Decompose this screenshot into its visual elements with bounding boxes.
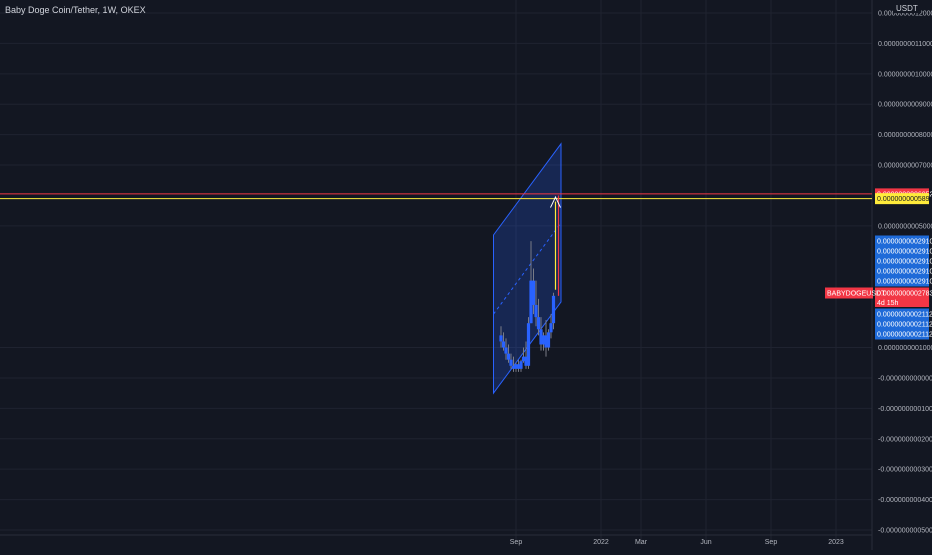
y-tick-label: 0.0000000007000 (878, 163, 932, 170)
candle-body[interactable] (526, 323, 531, 366)
countdown-label: 4d 15h (877, 300, 899, 307)
blue-price-tag: 0.0000000002910 (877, 279, 932, 286)
candle-body[interactable] (509, 359, 513, 366)
chart-area[interactable]: 0.0000000012000 0.0000000011000 0.00000000… (0, 0, 932, 550)
y-tick-label: 0.0000000011000 (878, 41, 932, 48)
candle-body[interactable] (536, 317, 541, 330)
y-tick-label: 0.0000000008000 (878, 132, 932, 139)
x-tick-label: Jun (700, 539, 711, 546)
chart-title: Baby Doge Coin/Tether, 1W, OKEX (5, 5, 146, 15)
candle-body[interactable] (531, 280, 536, 305)
y-tick-label: -0.0000000005000 (878, 528, 932, 535)
y-tick-label: 0.0000000010000 (878, 71, 932, 78)
symbol-tag: BABYDOGEUSDT (827, 291, 886, 298)
blue-price-tag: 0.0000000002112 (877, 322, 932, 329)
y-tick-label: -0.0000000002000 (878, 436, 932, 443)
y-tick-label: -0.0000000001000 (878, 406, 932, 413)
x-tick-label: 2022 (593, 539, 609, 546)
blue-price-tag: 0.0000000002910 (877, 249, 932, 256)
level-yellow-tag: 0.0000000005896 (877, 196, 932, 203)
candle-body[interactable] (499, 335, 503, 342)
x-tick-label: Sep (765, 539, 778, 546)
blue-price-tag: 0.0000000002910 (877, 269, 932, 276)
blue-price-tag: 0.0000000002910 (877, 239, 932, 246)
y-tick-label: -0.0000000003000 (878, 467, 932, 474)
x-tick-label: Sep (510, 539, 523, 546)
candle-body[interactable] (504, 347, 508, 354)
blue-price-tag: 0.0000000002112 (877, 312, 932, 319)
x-tick-label: Mar (635, 539, 648, 546)
candle-body[interactable] (546, 332, 551, 348)
blue-price-tag: 0.0000000002112 (877, 332, 932, 339)
candle-body[interactable] (549, 323, 553, 333)
price-unit-label[interactable]: USDT (893, 4, 921, 13)
blue-price-tag: 0.0000000002910 (877, 259, 932, 266)
x-tick-label: 2023 (828, 539, 844, 546)
candle-body[interactable] (501, 341, 506, 348)
candle-body[interactable] (534, 304, 538, 318)
y-tick-label: -0.0000000004000 (878, 497, 932, 504)
candle-body[interactable] (519, 361, 523, 369)
candle-body[interactable] (551, 295, 556, 324)
price-chart[interactable]: 0.00000000120000.00000000110000.00000000… (0, 0, 932, 550)
candle-body[interactable] (506, 353, 511, 360)
y-tick-label: 0.0000000001000 (878, 345, 932, 352)
y-tick-label: -0.0000000000000 (878, 375, 932, 382)
y-tick-label: 0.0000000009000 (878, 102, 932, 109)
y-tick-label: 0.0000000005000 (878, 223, 932, 230)
